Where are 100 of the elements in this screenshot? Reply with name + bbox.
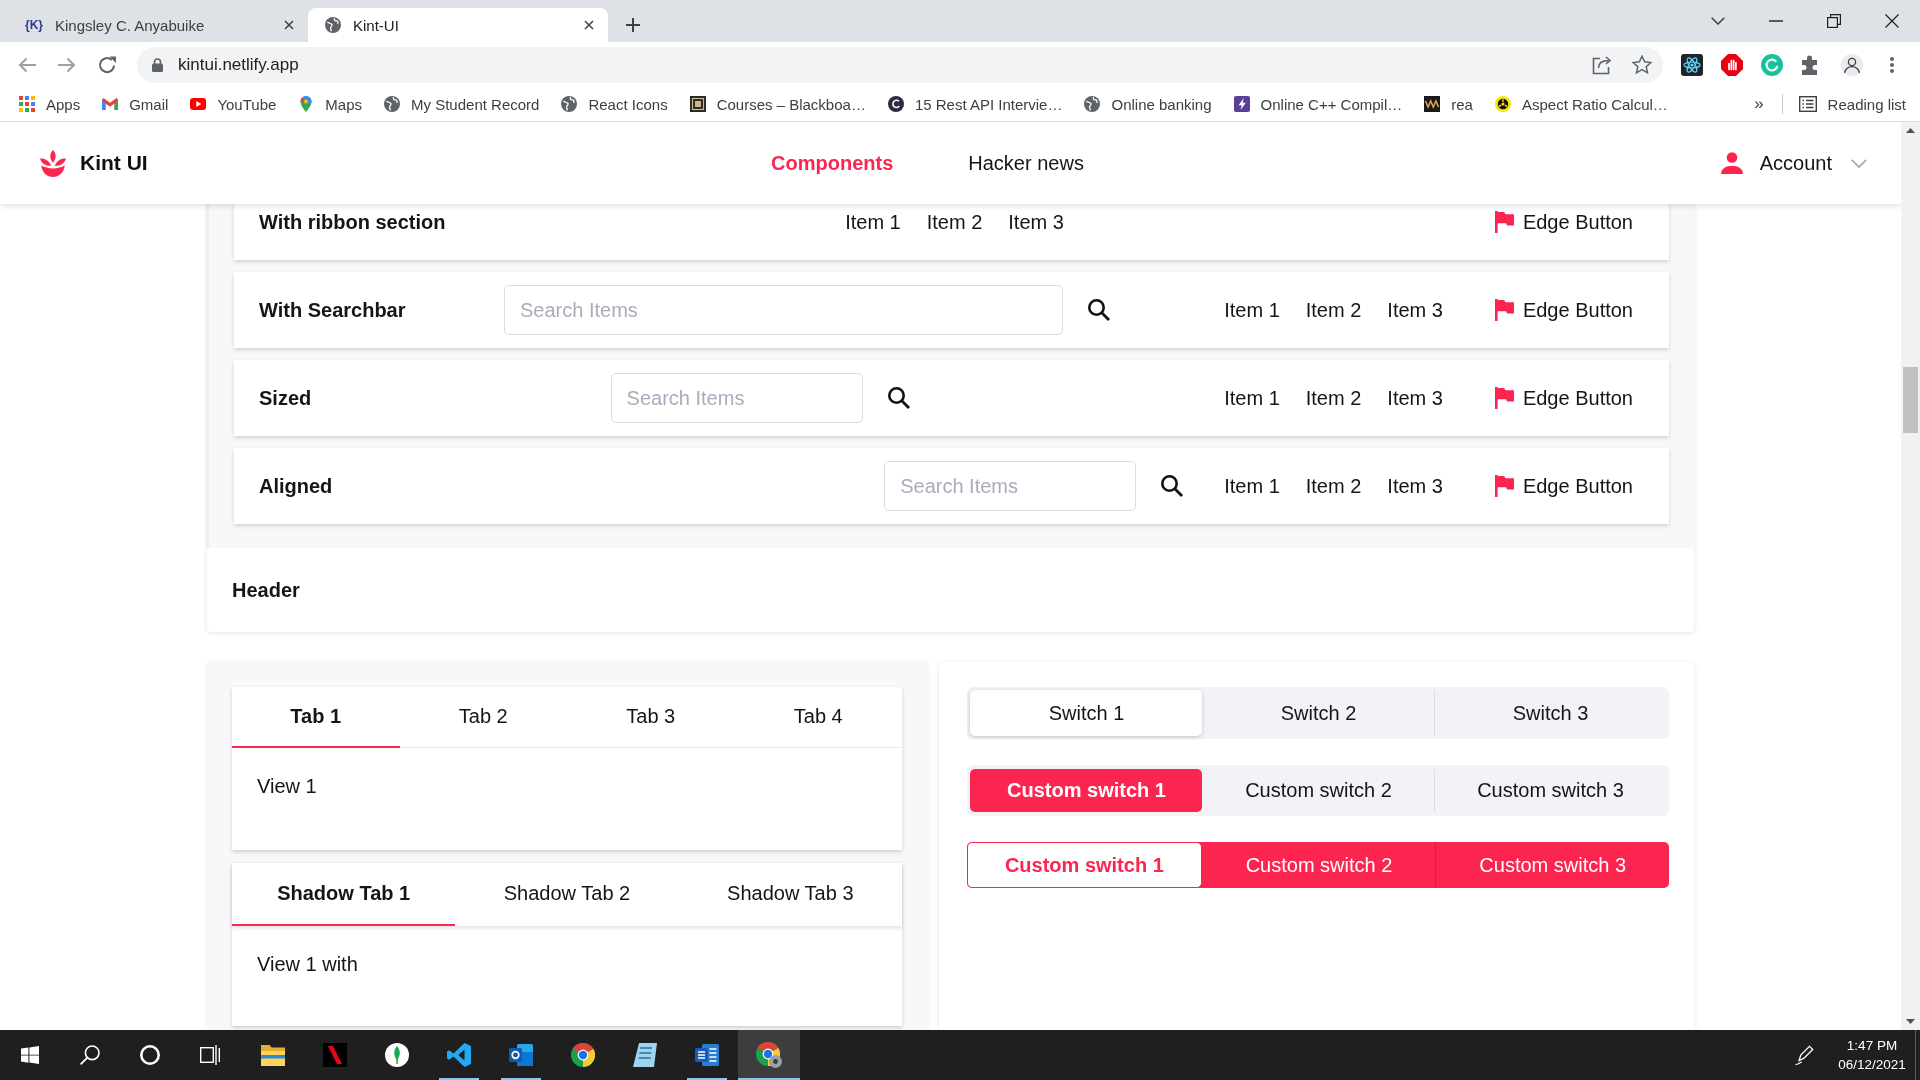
taskbar-button[interactable] [738,1030,800,1080]
clock-time[interactable]: 1:47 PM [1846,1036,1898,1055]
close-icon[interactable] [284,20,294,30]
menu-link[interactable]: Item 3 [1387,474,1443,498]
kebab-menu-icon[interactable] [1890,57,1894,73]
menu-link[interactable]: Item 2 [1305,386,1362,410]
bookmark[interactable]: React Icons [550,90,679,118]
bookmark[interactable]: Aspect Ratio Calcul… [1483,90,1679,118]
search-icon[interactable] [1088,299,1111,321]
notepad-icon [633,1043,657,1067]
switch-option[interactable]: Custom switch 3 [1434,769,1666,812]
address-bar[interactable]: kintui.netlify.app [137,47,1663,83]
square-logo-icon [689,96,706,112]
search-icon[interactable] [887,387,910,409]
avatar-icon[interactable] [1841,54,1863,76]
menu-link[interactable]: Item 1 [1224,298,1280,322]
bookmark[interactable]: Online C++ Compil… [1222,90,1414,118]
windows-logo-icon[interactable] [21,1046,39,1064]
new-tab-icon[interactable] [626,18,640,32]
menu-link[interactable]: Item 1 [1224,386,1280,410]
star-icon[interactable] [1632,55,1652,75]
browser-tab[interactable]: Kint-UI [308,8,608,42]
task-view-icon[interactable] [200,1045,220,1065]
tab[interactable]: Tab 3 [567,687,735,748]
forward-icon[interactable] [57,55,77,75]
bookmark[interactable]: Gmail [91,90,180,118]
edge-button[interactable]: Edge Button [1494,474,1633,498]
switch-option[interactable]: Custom switch 1 [967,842,1202,888]
bookmark[interactable]: Online banking [1073,90,1223,118]
bookmark[interactable]: My Student Record [373,90,551,118]
bookmark[interactable]: rea [1413,90,1484,118]
tab-content-text: View 1 with [257,953,358,975]
switch-option[interactable]: Custom switch 2 [1201,842,1436,888]
nav-link[interactable]: Hacker news [968,151,1084,175]
bookmark[interactable]: Maps [287,90,373,118]
switch-option[interactable]: Custom switch 2 [1202,769,1434,812]
stop-sign-icon[interactable] [1721,54,1743,76]
edge-button[interactable]: Edge Button [1494,386,1633,410]
tab[interactable]: Shadow Tab 3 [678,863,902,926]
document-app-icon [695,1044,719,1066]
switch-option[interactable]: Custom switch 1 [970,769,1202,812]
close-icon[interactable] [1885,14,1899,28]
tab[interactable]: Tab 1 [232,687,400,748]
brand-name[interactable]: Kint UI [80,151,148,175]
menu-link[interactable]: Item 3 [1008,210,1064,234]
switch-option[interactable]: Switch 1 [970,690,1202,736]
switch-option[interactable]: Custom switch 3 [1435,842,1669,888]
lock-icon[interactable] [152,58,163,72]
search-icon[interactable] [1161,475,1184,497]
edge-button[interactable]: Edge Button [1494,298,1633,322]
search-field[interactable]: Search Items [884,461,1137,511]
edge-button[interactable]: Edge Button [1494,210,1633,234]
reload-icon[interactable] [97,55,117,75]
browser-tab[interactable]: {K} Kingsley C. Anyabuike [8,8,308,42]
account-button[interactable]: Account [1720,151,1867,175]
tab[interactable]: Tab 2 [399,687,567,748]
ribbon-title: Aligned [259,474,334,498]
folder-icon [261,1044,285,1066]
globe-icon [1084,96,1101,112]
scroll-down-icon[interactable] [1906,1019,1915,1024]
search-icon[interactable] [80,1045,100,1065]
flag-icon [1494,387,1514,409]
bookmark[interactable]: YouTube [179,90,288,118]
switch-option[interactable]: Switch 3 [1434,690,1666,736]
menu-link[interactable]: Item 2 [1305,298,1362,322]
leaf-icon [385,1043,409,1067]
search-field[interactable]: Search Items [504,285,1064,335]
switch-option[interactable]: Switch 2 [1202,690,1434,736]
menu-link[interactable]: Item 1 [1224,474,1280,498]
atom-icon[interactable] [1681,54,1703,76]
bookmark[interactable]: Courses – Blackboa… [678,90,877,118]
menu-link[interactable]: Item 3 [1387,298,1443,322]
clock-date[interactable]: 06/12/2021 [1838,1055,1906,1074]
tab[interactable]: Shadow Tab 2 [455,863,679,926]
bookmark[interactable]: Apps [8,90,92,118]
pen-icon[interactable] [1795,1045,1815,1065]
reading-list-icon [1798,96,1817,112]
menu-link[interactable]: Item 1 [845,210,901,234]
close-icon[interactable] [584,20,594,30]
scroll-up-icon[interactable] [1906,128,1915,133]
scrollbar[interactable] [1901,122,1920,1030]
tab[interactable]: Shadow Tab 1 [232,863,456,926]
lotus-logo-icon[interactable] [40,149,66,177]
menu-link[interactable]: Item 2 [926,210,983,234]
scrollbar-thumb[interactable] [1903,367,1918,433]
share-icon[interactable] [1592,55,1612,75]
bookmarks-overflow-button[interactable]: » [1746,90,1772,118]
search-field[interactable]: Search Items [610,373,863,423]
nav-link[interactable]: Components [771,151,894,175]
tab-content-text: View 1 [257,775,317,797]
restore-icon[interactable] [1827,14,1841,28]
tab[interactable]: Tab 4 [734,687,902,748]
reading-list-button[interactable]: Reading list [1790,90,1912,118]
ring-icon[interactable] [140,1045,160,1065]
chevron-down-icon[interactable] [1711,17,1725,25]
menu-link[interactable]: Item 3 [1387,386,1443,410]
bookmark[interactable]: 15 Rest API Intervie… [876,90,1074,118]
back-icon[interactable] [17,55,37,75]
person-icon [1720,152,1743,174]
menu-link[interactable]: Item 2 [1305,474,1362,498]
